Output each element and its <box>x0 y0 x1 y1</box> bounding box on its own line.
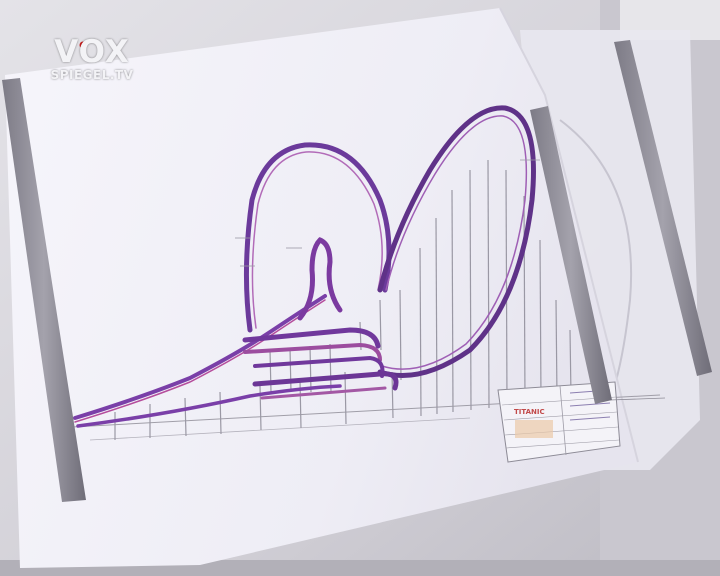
program-logo-text: SPIEGEL.TV <box>50 68 134 82</box>
channel-logo-text: VOX <box>54 34 130 70</box>
title-block-color-swatch <box>515 420 553 438</box>
photo-scene: TITANIC <box>0 0 720 576</box>
tv-channel-logo: VOX SPIEGEL.TV <box>44 36 140 82</box>
title-block-name: TITANIC <box>514 408 545 416</box>
